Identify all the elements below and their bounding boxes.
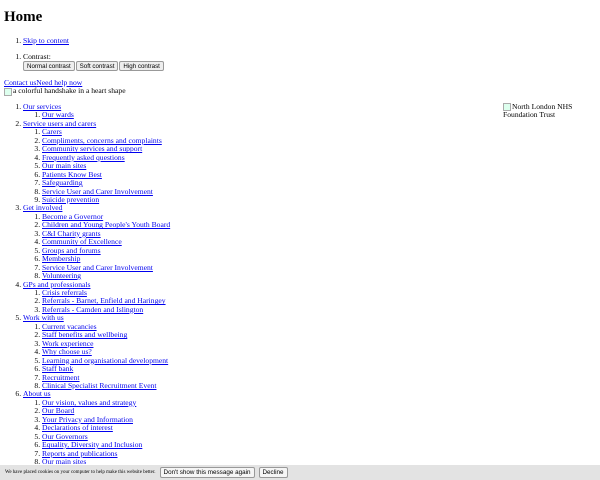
- nav-subitem: Service User and Carer Involvement: [42, 263, 503, 272]
- nav-subitem: Our wards: [42, 111, 503, 119]
- nav-subitem: Declarations of interest: [42, 423, 503, 432]
- skip-list: Skip to content: [4, 36, 69, 45]
- nav-subitem: Clinical Specialist Recruitment Event: [42, 381, 503, 390]
- nav-subitem: Reports and publications: [42, 449, 503, 458]
- normal-contrast-button[interactable]: Normal contrast: [23, 61, 75, 72]
- contrast-label: Contrast:: [23, 52, 51, 61]
- top-links: Contact usNeed help now a colorful hands…: [4, 78, 126, 96]
- main-nav: Our servicesOur wardsService users and c…: [4, 102, 503, 466]
- skip-item: Skip to content: [23, 36, 69, 45]
- nav-subitem: Staff benefits and wellbeing: [42, 331, 503, 339]
- nav-submenu: Crisis referralsReferrals - Barnet, Enfi…: [23, 288, 503, 314]
- page-title: Home: [4, 9, 43, 25]
- nav-subitem: Our main sites: [42, 161, 503, 170]
- decline-button[interactable]: Decline: [258, 467, 288, 478]
- contrast-item: Contrast: Normal contrastSoft contrastHi…: [23, 52, 165, 72]
- nav-subitem: Patients Know Best: [42, 170, 503, 179]
- nav-submenu: CarersCompliments, concerns and complain…: [23, 128, 503, 204]
- nav-subitem: Work experience: [42, 339, 503, 348]
- nav-submenu: Become a GovernorChildren and Young Peop…: [23, 212, 503, 281]
- cookie-message: We have placed cookies on your computer …: [5, 470, 156, 475]
- nav-section: Work with usCurrent vacanciesStaff benef…: [23, 314, 503, 390]
- nav-section: Get involvedBecome a GovernorChildren an…: [23, 204, 503, 280]
- hero-image: a colorful handshake in a heart shape: [4, 86, 126, 96]
- skip-to-content-link[interactable]: Skip to content: [23, 36, 69, 45]
- nav-subitem: Volunteering: [42, 271, 503, 280]
- trust-logo: North London NHS Foundation Trust: [503, 102, 593, 120]
- nav-sublink[interactable]: Clinical Specialist Recruitment Event: [42, 381, 157, 390]
- nav-subitem: Referrals - Camden and Islington: [42, 305, 503, 314]
- high-contrast-button[interactable]: High contrast: [119, 61, 164, 72]
- nav-section: GPs and professionalsCrisis referralsRef…: [23, 280, 503, 315]
- nav-subitem: Community of Excellence: [42, 238, 503, 246]
- nav-subitem: Service User and Carer Involvement: [42, 187, 503, 196]
- nav-submenu: Our vision, values and strategyOur Board…: [23, 398, 503, 467]
- nav-subitem: Staff bank: [42, 364, 503, 373]
- nav-subitem: Children and Young People's Youth Board: [42, 221, 503, 229]
- dont-show-again-button[interactable]: Don't show this message again: [159, 467, 255, 478]
- nav-subitem: Our vision, values and strategy: [42, 398, 503, 407]
- nav-subitem: Learning and organisational development: [42, 356, 503, 365]
- soft-contrast-button[interactable]: Soft contrast: [75, 61, 119, 72]
- nav-section: About usOur vision, values and strategyO…: [23, 390, 503, 466]
- contrast-list: Contrast: Normal contrastSoft contrastHi…: [4, 52, 165, 72]
- hero-image-alt: a colorful handshake in a heart shape: [13, 86, 126, 96]
- logo-alt: North London NHS Foundation Trust: [503, 102, 573, 120]
- nav-submenu: Current vacanciesStaff benefits and well…: [23, 322, 503, 391]
- nav-subitem: Groups and forums: [42, 246, 503, 255]
- nav-subitem: Suicide prevention: [42, 195, 503, 204]
- nav-section: Service users and carersCarersCompliment…: [23, 119, 503, 205]
- broken-image-icon: [4, 87, 12, 96]
- cookie-banner: We have placed cookies on your computer …: [0, 465, 600, 480]
- nav-subitem: Frequently asked questions: [42, 153, 503, 162]
- nav-section: Our servicesOur wards: [23, 102, 503, 120]
